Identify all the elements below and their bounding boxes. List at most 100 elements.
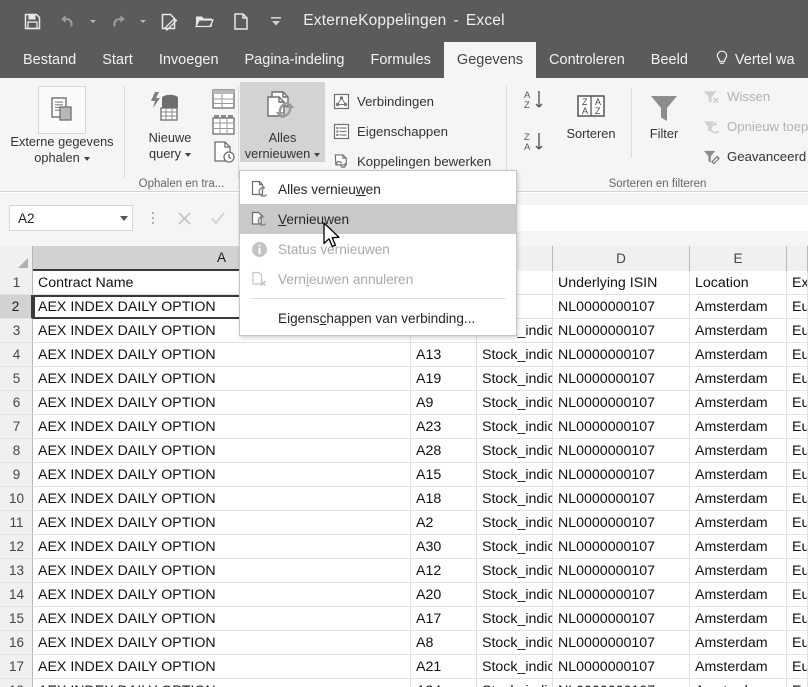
- column-header-d[interactable]: D: [553, 246, 690, 271]
- tab-gegevens[interactable]: Gegevens: [443, 42, 537, 78]
- row-header-17[interactable]: 17: [0, 655, 33, 679]
- cell-C5[interactable]: Stock_indices: [477, 367, 553, 390]
- cell-C8[interactable]: Stock_indices: [477, 439, 553, 462]
- row-header-4[interactable]: 4: [0, 343, 33, 367]
- cell-A15[interactable]: AEX INDEX DAILY OPTION: [33, 607, 411, 630]
- cell-A14[interactable]: AEX INDEX DAILY OPTION: [33, 583, 411, 606]
- new-icon[interactable]: [222, 3, 258, 39]
- cell-B8[interactable]: A28: [411, 439, 477, 462]
- cell-A5[interactable]: AEX INDEX DAILY OPTION: [33, 367, 411, 390]
- row-header-15[interactable]: 15: [0, 607, 33, 631]
- row-header-2[interactable]: 2: [0, 295, 33, 319]
- cell-B5[interactable]: A19: [411, 367, 477, 390]
- cell-C16[interactable]: Stock_indices: [477, 631, 553, 654]
- cell-F9[interactable]: Euro: [787, 463, 808, 486]
- menu-item-alles-vernieuwen[interactable]: Alles vernieuwen: [240, 174, 516, 204]
- cell-C11[interactable]: Stock_indices: [477, 511, 553, 534]
- cell-D8[interactable]: NL0000000107: [553, 439, 690, 462]
- sort-descending-icon[interactable]: ZA: [523, 130, 545, 161]
- tab-start[interactable]: Start: [89, 42, 146, 78]
- cell-F18[interactable]: Euro: [787, 679, 808, 687]
- cell-A7[interactable]: AEX INDEX DAILY OPTION: [33, 415, 411, 438]
- redo-icon[interactable]: [100, 3, 136, 39]
- cell-E2[interactable]: Amsterdam: [690, 295, 787, 318]
- row-header-13[interactable]: 13: [0, 559, 33, 583]
- row-header-6[interactable]: 6: [0, 391, 33, 415]
- cell-B7[interactable]: A23: [411, 415, 477, 438]
- cell-C4[interactable]: Stock_indices: [477, 343, 553, 366]
- cell-A13[interactable]: AEX INDEX DAILY OPTION: [33, 559, 411, 582]
- undo-dropdown-icon[interactable]: [86, 3, 100, 39]
- row-header-16[interactable]: 16: [0, 631, 33, 655]
- cell-E3[interactable]: Amsterdam: [690, 319, 787, 342]
- cell-A8[interactable]: AEX INDEX DAILY OPTION: [33, 439, 411, 462]
- row-header-9[interactable]: 9: [0, 463, 33, 487]
- cell-F10[interactable]: Euro: [787, 487, 808, 510]
- cell-B11[interactable]: A2: [411, 511, 477, 534]
- cell-E11[interactable]: Amsterdam: [690, 511, 787, 534]
- external-data-button[interactable]: Externe gegevens ophalen: [4, 86, 120, 166]
- row-header-10[interactable]: 10: [0, 487, 33, 511]
- open-icon[interactable]: [186, 3, 222, 39]
- menu-item-eigenschappen-van-verbinding[interactable]: Eigenschappen van verbinding...: [240, 303, 516, 333]
- row-header-7[interactable]: 7: [0, 415, 33, 439]
- cell-B10[interactable]: A18: [411, 487, 477, 510]
- cell-B18[interactable]: A24: [411, 679, 477, 687]
- cell-A18[interactable]: AEX INDEX DAILY OPTION: [33, 679, 411, 687]
- cell-C10[interactable]: Stock_indices: [477, 487, 553, 510]
- cell-B15[interactable]: A17: [411, 607, 477, 630]
- cell-F13[interactable]: Euro: [787, 559, 808, 582]
- cell-F4[interactable]: Euro: [787, 343, 808, 366]
- cell-B12[interactable]: A30: [411, 535, 477, 558]
- chevron-down-icon[interactable]: [120, 215, 128, 221]
- recent-sources-icon[interactable]: [211, 140, 237, 169]
- cell-D3[interactable]: NL0000000107: [553, 319, 690, 342]
- connections-button[interactable]: Verbindingen: [333, 93, 434, 110]
- row-header-1[interactable]: 1: [0, 271, 33, 295]
- row-header-3[interactable]: 3: [0, 319, 33, 343]
- cell-D9[interactable]: NL0000000107: [553, 463, 690, 486]
- cell-E10[interactable]: Amsterdam: [690, 487, 787, 510]
- cell-E14[interactable]: Amsterdam: [690, 583, 787, 606]
- properties-button[interactable]: Eigenschappen: [333, 123, 448, 140]
- new-query-button[interactable]: Nieuwe query: [133, 90, 207, 162]
- row-header-18[interactable]: 18: [0, 679, 33, 687]
- refresh-all-button[interactable]: Alles vernieuwen: [240, 82, 325, 162]
- cell-B17[interactable]: A21: [411, 655, 477, 678]
- cell-E16[interactable]: Amsterdam: [690, 631, 787, 654]
- sort-button[interactable]: ZAAZ Sorteren: [555, 90, 627, 142]
- cell-D1[interactable]: Underlying ISIN: [553, 271, 690, 294]
- cell-E12[interactable]: Amsterdam: [690, 535, 787, 558]
- cell-F7[interactable]: Euro: [787, 415, 808, 438]
- cell-D4[interactable]: NL0000000107: [553, 343, 690, 366]
- cell-E17[interactable]: Amsterdam: [690, 655, 787, 678]
- cell-F14[interactable]: Euro: [787, 583, 808, 606]
- cell-D11[interactable]: NL0000000107: [553, 511, 690, 534]
- cell-A12[interactable]: AEX INDEX DAILY OPTION: [33, 535, 411, 558]
- cell-D14[interactable]: NL0000000107: [553, 583, 690, 606]
- cell-E13[interactable]: Amsterdam: [690, 559, 787, 582]
- sort-ascending-icon[interactable]: AZ: [523, 88, 545, 119]
- cell-F2[interactable]: Euro: [787, 295, 808, 318]
- row-header-12[interactable]: 12: [0, 535, 33, 559]
- cell-C13[interactable]: Stock_indices: [477, 559, 553, 582]
- redo-dropdown-icon[interactable]: [136, 3, 150, 39]
- cell-D17[interactable]: NL0000000107: [553, 655, 690, 678]
- cell-D10[interactable]: NL0000000107: [553, 487, 690, 510]
- cell-E5[interactable]: Amsterdam: [690, 367, 787, 390]
- cell-E6[interactable]: Amsterdam: [690, 391, 787, 414]
- cell-F6[interactable]: Euro: [787, 391, 808, 414]
- cell-E15[interactable]: Amsterdam: [690, 607, 787, 630]
- cell-D15[interactable]: NL0000000107: [553, 607, 690, 630]
- cell-E7[interactable]: Amsterdam: [690, 415, 787, 438]
- cell-C18[interactable]: Stock_indices: [477, 679, 553, 687]
- select-all-corner[interactable]: [0, 246, 33, 271]
- save-icon[interactable]: [14, 3, 50, 39]
- tab-pagina-indeling[interactable]: Pagina-indeling: [232, 42, 358, 78]
- row-header-5[interactable]: 5: [0, 367, 33, 391]
- cell-C7[interactable]: Stock_indices: [477, 415, 553, 438]
- cell-B16[interactable]: A8: [411, 631, 477, 654]
- row-header-14[interactable]: 14: [0, 583, 33, 607]
- tab-bestand[interactable]: Bestand: [10, 42, 89, 78]
- quick-print-icon[interactable]: [150, 3, 186, 39]
